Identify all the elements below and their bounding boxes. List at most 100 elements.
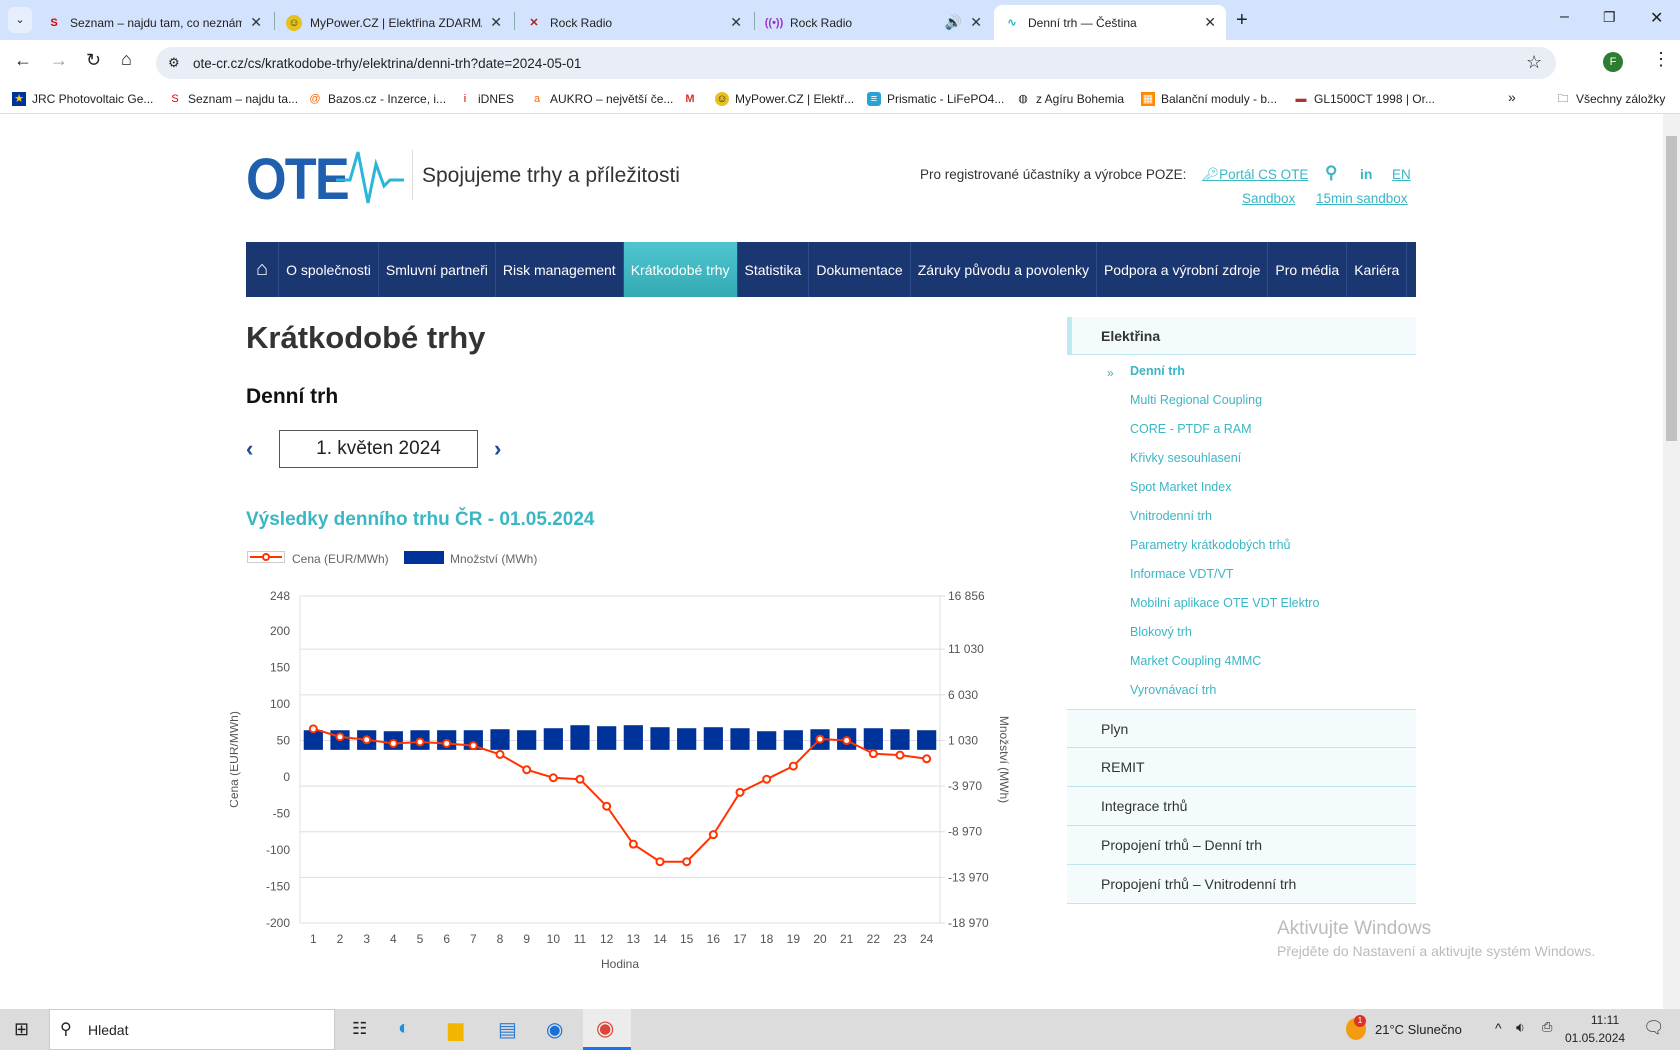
site-info-icon[interactable]: ⚙ [168,55,180,71]
scrollbar-thumb[interactable] [1666,136,1677,441]
bookmark[interactable]: a AUKRO – největší če... [530,92,673,106]
sidebar-section-integrace[interactable]: Integrace trhů [1067,787,1416,826]
tab[interactable]: S Seznam – najdu tam, co neznám ✕ [36,5,272,40]
nav-kratkodobe-trhy[interactable]: Krátkodobé trhy [623,242,738,297]
nav-dokumentace[interactable]: Dokumentace [809,242,911,297]
nav-zaruky-puvodu[interactable]: Záruky původu a povolenky [911,242,1097,297]
sidebar-item[interactable]: Spot Market Index [1130,480,1231,494]
sidebar-item[interactable]: Křivky sesouhlasení [1130,451,1241,465]
sandbox-link[interactable]: Sandbox [1242,191,1295,206]
nav-risk-management[interactable]: Risk management [496,242,624,297]
menu-button[interactable]: ⋮ [1652,49,1670,70]
clock-date[interactable]: 01.05.2024 [1565,1031,1625,1045]
close-icon[interactable]: ✕ [970,14,982,31]
file-explorer-icon[interactable]: ▆ [448,1017,463,1042]
minimize-button[interactable]: – [1560,8,1569,26]
sidebar-section-propojeni-denni[interactable]: Propojení trhů – Denní trh [1067,826,1416,865]
chevron-up-icon[interactable]: ^ [1495,1020,1502,1036]
bookmark[interactable]: i iDNES [458,92,514,106]
task-view-icon[interactable]: ☷ [352,1019,367,1039]
idnes-icon: i [463,93,467,105]
restore-button[interactable]: ❐ [1603,9,1616,26]
bookmark[interactable]: ★ JRC Photovoltaic Ge... [12,92,153,106]
ote-logo[interactable]: OTE [246,146,350,213]
taskbar-search[interactable]: ⚲ Hledat [49,1009,335,1050]
close-icon[interactable]: ✕ [730,14,742,31]
bookmark-gmail[interactable]: M [683,92,697,106]
back-button[interactable]: ← [14,50,32,71]
profile-avatar[interactable]: F [1603,52,1623,72]
volume-icon[interactable]: 🔉︎ [1516,1019,1525,1036]
linkedin-icon[interactable]: in [1360,166,1372,182]
bookmark[interactable]: ▬ GL1500CT 1998 | Or... [1294,92,1435,106]
legend-quantity-label[interactable]: Množství (MWh) [450,552,537,566]
weather-icon[interactable]: 1 [1346,1015,1366,1040]
nav-podpora[interactable]: Podpora a výrobní zdroje [1097,242,1269,297]
sidebar-section-plyn[interactable]: Plyn [1067,709,1416,748]
portal-link[interactable]: 🔑︎Portál CS OTE [1202,167,1308,183]
home-icon[interactable]: ⌂ [246,242,280,297]
address-bar[interactable]: ⚙ ote-cr.cz/cs/kratkodobe-trhy/elektrina… [156,47,1556,79]
url-text[interactable]: ote-cr.cz/cs/kratkodobe-trhy/elektrina/d… [193,56,581,71]
sidebar-item[interactable]: CORE - PTDF a RAM [1130,422,1252,436]
sidebar-item[interactable]: Blokový trh [1130,625,1192,639]
scrollbar[interactable] [1663,114,1680,1009]
clock-time[interactable]: 11:11 [1580,1013,1630,1027]
nav-pro-media[interactable]: Pro média [1268,242,1348,297]
forward-button[interactable]: → [50,50,68,71]
windows-start-icon[interactable]: ⊞ [14,1019,29,1040]
tab[interactable]: ☺ MyPower.CZ | Elektřina ZDARMA ✕ [276,5,512,40]
next-date-button[interactable]: › [494,436,501,462]
weather-text[interactable]: 21°C Slunečno [1375,1022,1462,1037]
new-tab-button[interactable]: + [1236,9,1248,32]
all-bookmarks-button[interactable]: 🗀 Všechny záložky [1556,92,1666,106]
sidebar-item[interactable]: Vnitrodenní trh [1130,509,1212,523]
more-bookmarks-button[interactable]: » [1508,89,1516,105]
sandbox15-link[interactable]: 15min sandbox [1316,191,1408,206]
tab-search-button[interactable]: ⌄ [8,7,32,33]
thunderbird-icon[interactable]: ◉ [546,1017,563,1042]
bookmark[interactable]: ≡ Prismatic - LiFePO4... [867,92,1004,106]
legend-price-label[interactable]: Cena (EUR/MWh) [292,552,389,566]
network-icon[interactable]: ⎙ [1542,1019,1552,1035]
aukro-icon: a [533,93,541,105]
close-icon[interactable]: ✕ [490,14,502,31]
bookmark[interactable]: ▦ Balanční moduly - b... [1141,92,1277,106]
sidebar-item[interactable]: Mobilní aplikace OTE VDT Elektro [1130,596,1319,610]
sidebar-section-propojeni-vnitrodenni[interactable]: Propojení trhů – Vnitrodenní trh [1067,865,1416,904]
sidebar-item[interactable]: Vyrovnávací trh [1130,683,1216,697]
close-icon[interactable]: ✕ [1204,14,1216,31]
search-icon[interactable]: ⚲ [1325,163,1337,183]
bookmark[interactable]: S Seznam – najdu ta... [168,92,298,106]
sidebar-item[interactable]: Multi Regional Coupling [1130,393,1262,407]
nav-kariera[interactable]: Kariéra [1347,242,1408,297]
nav-o-spolecnosti[interactable]: O společnosti [279,242,379,297]
sidebar-section-elektrina[interactable]: Elektřina [1067,317,1416,355]
notifications-icon[interactable]: 🗨︎ [1643,1018,1665,1038]
chrome-taskbar-button[interactable]: ◉ [583,1009,631,1050]
edge-icon[interactable]: ◐ [398,1017,410,1040]
sidebar-item[interactable]: Informace VDT/VT [1130,567,1234,581]
prev-date-button[interactable]: ‹ [246,436,253,462]
sidebar-item[interactable]: Market Coupling 4MMC [1130,654,1261,668]
bookmark[interactable]: ☺ MyPower.CZ | Elektř... [715,92,854,106]
reload-button[interactable]: ↻ [86,50,101,71]
sidebar-item-active[interactable]: Denní trh [1130,364,1185,378]
speaker-icon[interactable]: 🔊 [945,14,962,31]
lang-en-link[interactable]: EN [1392,167,1411,182]
tab[interactable]: ✕ Rock Radio ✕ [516,5,752,40]
home-button[interactable]: ⌂ [121,49,132,70]
nav-statistika[interactable]: Statistika [738,242,810,297]
document-icon[interactable]: ▤ [498,1017,517,1042]
tab-active[interactable]: ∿ Denní trh — Čeština ✕ [994,5,1226,40]
tab[interactable]: ((•)) Rock Radio 🔊 ✕ [756,5,992,40]
bookmark[interactable]: ◍ z Agíru Bohemia [1016,92,1124,106]
sidebar-section-remit[interactable]: REMIT [1067,748,1416,787]
bookmark-star-icon[interactable]: ☆ [1526,52,1542,73]
close-window-button[interactable]: ✕ [1650,8,1663,28]
sidebar-item[interactable]: Parametry krátkodobých trhů [1130,538,1291,552]
nav-smluvni-partneri[interactable]: Smluvní partneři [379,242,496,297]
close-icon[interactable]: ✕ [250,14,262,31]
date-field[interactable]: 1. květen 2024 [279,430,478,468]
bookmark[interactable]: @ Bazos.cz - Inzerce, i... [308,92,446,106]
